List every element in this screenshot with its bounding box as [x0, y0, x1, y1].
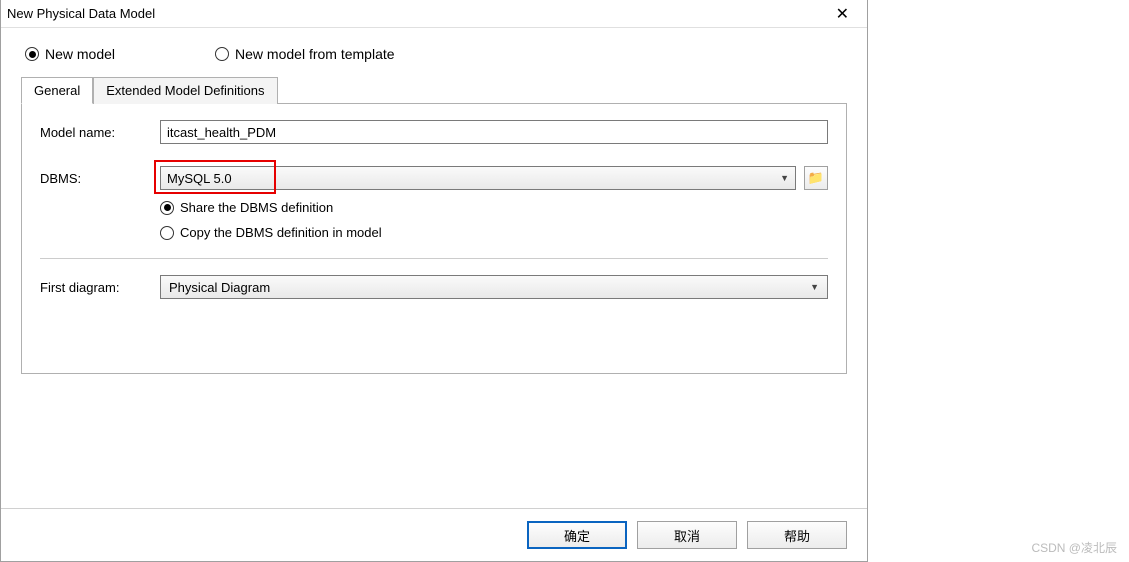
dialog-window: New Physical Data Model ✕ New model New … — [0, 0, 868, 562]
dialog-button-bar: 确定 取消 帮助 — [527, 521, 847, 549]
model-name-input[interactable] — [160, 120, 828, 144]
dialog-content: New model New model from template Genera… — [1, 28, 867, 384]
first-diagram-select[interactable]: Physical Diagram ▼ — [160, 275, 828, 299]
radio-copy-dbms-label: Copy the DBMS definition in model — [180, 225, 382, 240]
folder-icon: 📁 — [808, 170, 824, 186]
model-name-row: Model name: — [40, 120, 828, 144]
dbms-select[interactable]: MySQL 5.0 ▼ — [160, 166, 796, 190]
tab-panel-general: Model name: DBMS: MySQL 5.0 ▼ 📁 — [21, 104, 847, 374]
dbms-section: DBMS: MySQL 5.0 ▼ 📁 Share the DBMS defin… — [40, 166, 828, 240]
titlebar: New Physical Data Model ✕ — [1, 0, 867, 28]
radio-icon — [25, 47, 39, 61]
section-divider — [40, 258, 828, 259]
radio-new-from-template[interactable]: New model from template — [215, 46, 395, 62]
button-bar-divider — [1, 508, 867, 509]
help-button[interactable]: 帮助 — [747, 521, 847, 549]
radio-new-model-label: New model — [45, 46, 115, 62]
first-diagram-label: First diagram: — [40, 280, 122, 295]
first-diagram-value: Physical Diagram — [169, 280, 270, 295]
radio-copy-dbms[interactable]: Copy the DBMS definition in model — [160, 225, 828, 240]
watermark-text: CSDN @凌北辰 — [1031, 539, 1117, 556]
browse-dbms-button[interactable]: 📁 — [804, 166, 828, 190]
chevron-down-icon: ▼ — [810, 282, 819, 292]
radio-icon — [160, 201, 174, 215]
radio-share-dbms-label: Share the DBMS definition — [180, 200, 333, 215]
ok-button[interactable]: 确定 — [527, 521, 627, 549]
radio-new-from-template-label: New model from template — [235, 46, 395, 62]
radio-new-model[interactable]: New model — [25, 46, 115, 62]
chevron-down-icon: ▼ — [780, 173, 789, 183]
close-icon[interactable]: ✕ — [828, 2, 857, 26]
dbms-select-value: MySQL 5.0 — [167, 171, 232, 186]
tab-bar: General Extended Model Definitions — [21, 76, 847, 104]
dbms-row: DBMS: MySQL 5.0 ▼ 📁 — [40, 166, 828, 190]
model-type-radio-group: New model New model from template — [25, 46, 847, 62]
tab-general[interactable]: General — [21, 77, 93, 104]
first-diagram-row: First diagram: Physical Diagram ▼ — [40, 275, 828, 299]
tab-extended-model-definitions[interactable]: Extended Model Definitions — [93, 77, 277, 104]
cancel-button[interactable]: 取消 — [637, 521, 737, 549]
dbms-label: DBMS: — [40, 171, 160, 186]
window-title: New Physical Data Model — [7, 6, 155, 21]
model-name-label: Model name: — [40, 125, 160, 140]
radio-share-dbms[interactable]: Share the DBMS definition — [160, 200, 828, 215]
radio-icon — [160, 226, 174, 240]
radio-icon — [215, 47, 229, 61]
